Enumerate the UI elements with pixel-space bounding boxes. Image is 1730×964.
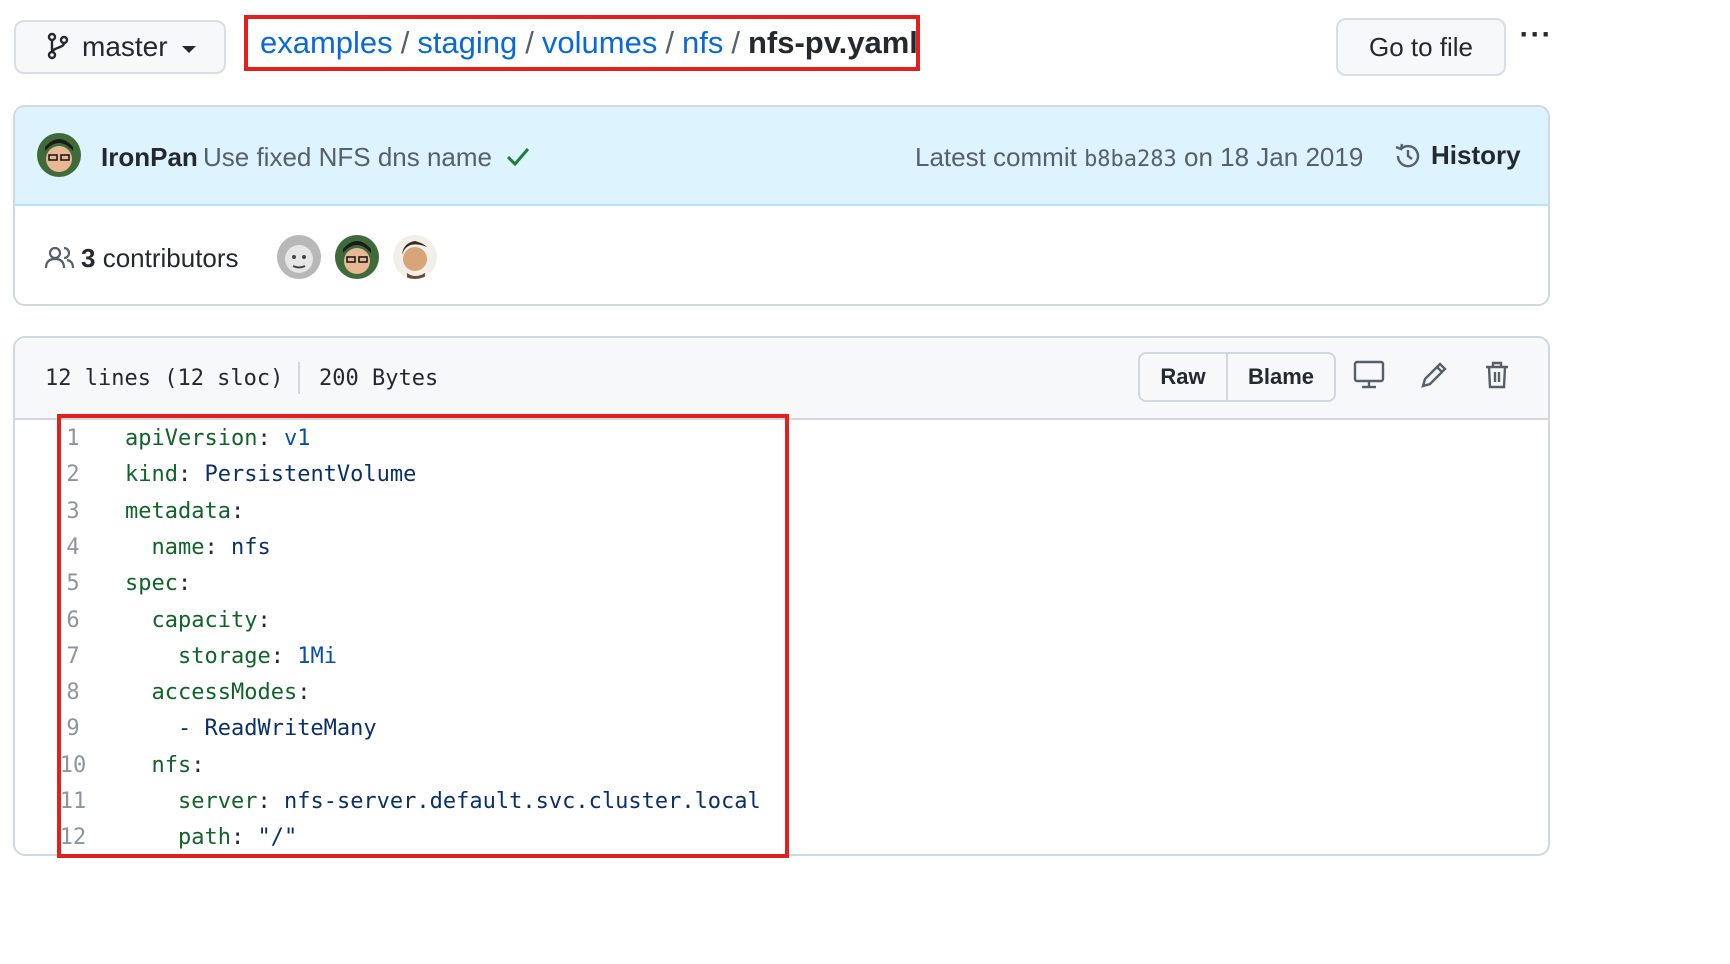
commit-sha-link[interactable]: b8ba283 [1084, 147, 1177, 172]
latest-commit-info: Latest commit b8ba283 on 18 Jan 2019 [915, 142, 1363, 173]
caret-down-icon [181, 45, 196, 53]
breadcrumb-link-examples[interactable]: examples [260, 25, 393, 61]
latest-commit-box: IronPan Use fixed NFS dns name Latest co… [13, 105, 1550, 306]
history-link[interactable]: History [1393, 140, 1521, 171]
breadcrumb-separator: / [525, 25, 534, 60]
check-icon[interactable] [505, 143, 531, 174]
breadcrumb-link-staging[interactable]: staging [417, 25, 517, 61]
commit-author-link[interactable]: IronPan [101, 142, 198, 173]
contributors-label: contributors [102, 243, 239, 273]
git-branch-icon [46, 32, 70, 65]
file-header: 12 lines (12 sloc) 200 Bytes Raw Blame [15, 338, 1548, 420]
breadcrumb-link-volumes[interactable]: volumes [542, 25, 657, 61]
breadcrumb-current-file: nfs-pv.yaml [747, 25, 918, 60]
latest-commit-prefix: Latest commit [915, 142, 1077, 172]
go-to-file-button[interactable]: Go to file [1336, 18, 1506, 76]
code-highlight-box [57, 414, 789, 858]
contributor-avatar[interactable] [335, 235, 379, 279]
contributors-row: 3 contributors [15, 206, 1548, 304]
breadcrumb-separator: / [731, 25, 740, 60]
blame-button[interactable]: Blame [1228, 354, 1334, 400]
raw-button[interactable]: Raw [1140, 354, 1228, 400]
commit-message-link[interactable]: Use fixed NFS dns name [203, 142, 492, 173]
history-icon [1395, 143, 1420, 167]
trash-icon[interactable] [1483, 360, 1511, 395]
header-divider [298, 362, 300, 394]
file-lines-info: 12 lines (12 sloc) [45, 366, 284, 391]
display-icon[interactable] [1353, 360, 1385, 395]
file-size: 200 Bytes [319, 366, 439, 391]
file-actions-group: Raw Blame [1138, 352, 1336, 402]
people-icon [44, 246, 75, 275]
branch-label: master [82, 31, 168, 62]
history-label: History [1431, 140, 1521, 170]
contributors-count: 3 [81, 243, 96, 273]
contributors-link[interactable]: 3 contributors [81, 243, 239, 274]
commit-bar: IronPan Use fixed NFS dns name Latest co… [15, 107, 1548, 206]
commit-date: on 18 Jan 2019 [1184, 142, 1364, 172]
more-options-button[interactable]: ··· [1516, 18, 1556, 58]
breadcrumb-link-nfs[interactable]: nfs [682, 25, 723, 61]
breadcrumb-separator: / [400, 25, 410, 60]
breadcrumb-separator: / [665, 25, 674, 60]
branch-select-button[interactable]: master [14, 20, 226, 74]
contributor-avatar[interactable] [277, 235, 321, 279]
contributor-avatar[interactable] [393, 235, 437, 279]
pencil-icon[interactable] [1419, 360, 1449, 395]
breadcrumb: examples / staging / volumes / nfs / nfs… [244, 15, 920, 71]
commit-author-avatar[interactable] [37, 133, 81, 177]
